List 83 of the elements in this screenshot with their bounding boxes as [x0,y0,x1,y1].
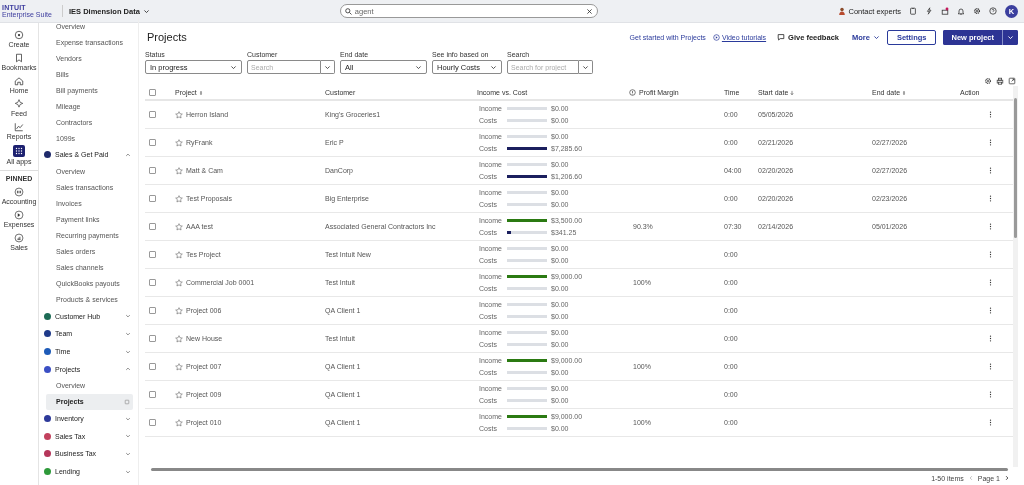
help-icon[interactable] [989,7,997,15]
star-icon[interactable] [175,222,183,231]
more-options-icon[interactable] [989,251,992,258]
line-chart-icon [14,122,24,132]
close-icon[interactable] [585,7,593,15]
circle-arrow-icon [14,210,24,220]
star-icon[interactable] [175,334,183,343]
lightning-icon[interactable] [925,7,933,15]
chevron-up-icon [125,151,131,158]
star-icon[interactable] [175,166,183,175]
chevron-down-icon [125,433,131,440]
more-options-icon[interactable] [989,419,992,426]
chevron-down-icon [125,348,131,355]
star-icon[interactable] [175,418,183,427]
printer-icon[interactable] [996,77,1004,85]
star-icon[interactable] [175,250,183,259]
checkbox[interactable] [149,139,156,146]
scrollbar[interactable] [151,468,1008,471]
star-icon[interactable] [175,194,183,203]
star-icon[interactable] [175,278,183,287]
more-options-icon[interactable] [989,279,992,286]
dropdown-button[interactable] [1002,29,1018,45]
clipboard-icon[interactable] [909,7,917,15]
chevron-down-icon [324,63,331,71]
grid-icon [13,145,25,157]
more-options-icon[interactable] [989,363,992,370]
more-options-icon[interactable] [989,139,992,146]
more-options-icon[interactable] [989,335,992,342]
chevron-down-icon [1007,33,1014,41]
circle-chart-icon [14,233,24,243]
checkbox[interactable] [149,89,156,96]
settings-icon[interactable] [973,7,981,15]
chevron-up-icon [125,366,131,373]
circle-dots-icon [14,187,24,197]
page-title: Projects [147,31,187,43]
arrow-down-icon [790,89,795,96]
checkbox[interactable] [149,111,156,118]
chevron-down-icon [142,7,150,15]
person-icon [838,7,847,15]
more-options-icon[interactable] [989,111,992,118]
chevron-down-icon [415,63,422,71]
chevron-down-icon [125,331,131,337]
checkbox[interactable] [149,195,156,202]
chevron-down-icon [125,450,131,457]
chevron-right-icon[interactable] [1004,475,1010,481]
checkbox[interactable] [149,223,156,230]
chevron-down-icon [125,415,131,422]
chevron-down-icon [230,63,237,71]
star-icon[interactable] [175,138,183,147]
checkbox[interactable] [149,335,156,342]
more-options-icon[interactable] [989,391,992,398]
star-icon[interactable] [175,110,183,119]
more-options-icon[interactable] [989,167,992,174]
info-icon[interactable] [629,89,636,96]
more-options-icon[interactable] [989,223,992,230]
chevron-down-icon [872,33,880,41]
home-icon [14,76,24,86]
more-options-icon[interactable] [989,195,992,202]
star-icon[interactable] [175,362,183,371]
checkbox[interactable] [149,251,156,258]
scrollbar[interactable] [1013,86,1018,467]
sparkle-icon [14,99,24,109]
checkbox[interactable] [149,279,156,286]
gift-icon[interactable] [941,7,949,15]
chevron-down-icon [125,468,131,475]
bell-icon[interactable] [957,7,965,15]
checkbox[interactable] [149,307,156,314]
checkbox[interactable] [149,419,156,426]
more-options-icon[interactable] [989,307,992,314]
export-icon[interactable] [1008,77,1016,85]
chat-bubble-icon [777,33,786,41]
chevron-down-icon [490,63,497,71]
search-icon [344,7,352,15]
chevron-down-icon [125,313,131,320]
checkbox[interactable] [149,391,156,398]
star-icon[interactable] [175,306,183,315]
chevron-left-icon[interactable] [967,475,974,481]
settings-icon[interactable] [984,77,992,85]
checkbox[interactable] [149,167,156,174]
play-icon [712,33,720,41]
checkbox[interactable] [149,363,156,370]
chevron-down-icon [582,63,589,71]
star-icon[interactable] [175,390,183,399]
